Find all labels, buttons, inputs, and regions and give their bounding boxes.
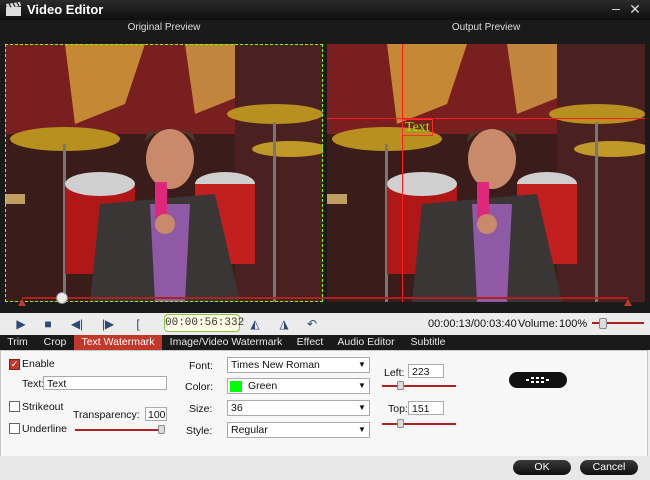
undo-icon[interactable]: ↶ <box>305 317 319 331</box>
transparency-slider-handle[interactable] <box>158 425 165 434</box>
style-select-value: Regular <box>231 424 268 436</box>
color-select[interactable]: Green ▼ <box>227 378 370 394</box>
style-label: Style: <box>186 425 213 437</box>
strikeout-checkbox[interactable] <box>9 401 20 412</box>
tab-effect[interactable]: Effect <box>291 335 329 350</box>
chevron-down-icon: ▼ <box>358 360 366 369</box>
color-swatch <box>230 381 242 392</box>
previous-frame-icon[interactable]: ◀| <box>70 317 84 331</box>
trim-start-marker[interactable] <box>18 299 26 306</box>
left-slider-track[interactable] <box>382 385 456 387</box>
original-preview-frame <box>5 44 323 302</box>
top-label: Top: <box>388 403 408 415</box>
enable-label: Enable <box>22 358 55 370</box>
color-label: Color: <box>185 381 214 393</box>
trim-end-marker[interactable] <box>624 299 632 306</box>
style-select[interactable]: Regular ▼ <box>227 422 370 438</box>
concert-video-frame <box>5 44 323 302</box>
text-input[interactable]: Text <box>43 376 167 390</box>
timeline-track[interactable] <box>22 297 628 299</box>
window-title: Video Editor <box>27 2 104 17</box>
tab-text-watermark[interactable]: Text Watermark <box>74 335 162 350</box>
volume-slider-handle[interactable] <box>599 318 608 329</box>
preview-area: Original Preview Output Preview Text <box>0 20 650 313</box>
font-select-value: Times New Roman <box>231 359 320 371</box>
chevron-down-icon: ▼ <box>358 403 366 412</box>
flip-horizontal-icon[interactable]: ◭ <box>248 317 262 331</box>
watermark-guide-horizontal <box>327 118 645 119</box>
font-label: Font: <box>189 360 213 372</box>
strikeout-label: Strikeout <box>22 401 64 413</box>
tab-subtitle[interactable]: Subtitle <box>403 335 453 350</box>
left-label: Left: <box>384 367 405 379</box>
size-label: Size: <box>189 403 213 415</box>
text-label: Text: <box>22 378 45 390</box>
size-select-value: 36 <box>231 402 243 414</box>
minimize-button[interactable]: – <box>608 1 624 18</box>
left-input[interactable]: 223 <box>408 364 444 378</box>
transparency-input[interactable]: 100 <box>145 407 167 421</box>
time-display: 00:00:56:332 <box>164 314 244 332</box>
output-preview-frame: Text <box>327 44 645 302</box>
output-preview-label: Output Preview <box>451 22 521 33</box>
mark-in-icon[interactable]: [ <box>131 317 145 331</box>
tab-image-video-watermark[interactable]: Image/Video Watermark <box>165 335 287 350</box>
tab-trim[interactable]: Trim <box>0 335 35 350</box>
color-select-value: Green <box>248 380 278 392</box>
transparency-slider-track[interactable] <box>75 429 163 431</box>
cancel-button[interactable]: Cancel <box>580 460 638 475</box>
transparency-label: Transparency: <box>73 409 140 421</box>
tab-crop[interactable]: Crop <box>38 335 72 350</box>
tab-audio-editor[interactable]: Audio Editor <box>333 335 399 350</box>
size-select[interactable]: 36 ▼ <box>227 400 370 416</box>
top-slider-handle[interactable] <box>397 419 404 428</box>
chevron-down-icon: ▼ <box>358 381 366 390</box>
watermark-preview-text[interactable]: Text <box>402 119 433 136</box>
timeline-handle[interactable] <box>55 292 68 304</box>
stop-icon[interactable]: ■ <box>41 317 55 331</box>
underline-checkbox[interactable] <box>9 423 20 434</box>
left-slider-handle[interactable] <box>397 381 404 390</box>
volume-label: Volume: <box>518 318 558 330</box>
font-select[interactable]: Times New Roman ▼ <box>227 357 370 373</box>
position-readout: 00:00:13/00:03:40 <box>428 318 517 330</box>
play-icon[interactable]: ▶ <box>14 317 28 331</box>
grid-position-icon <box>526 377 549 383</box>
next-frame-icon[interactable]: |▶ <box>101 317 115 331</box>
enable-checkbox[interactable]: ✓ <box>9 359 20 370</box>
top-slider-track[interactable] <box>382 423 456 425</box>
watermark-guide-vertical <box>402 44 403 302</box>
underline-label: Underline <box>22 423 67 435</box>
volume-value: 100% <box>559 318 588 330</box>
top-input[interactable]: 151 <box>408 401 444 415</box>
clapperboard-icon <box>6 2 21 16</box>
concert-video-frame-output <box>327 44 645 302</box>
ok-button[interactable]: OK <box>513 460 571 475</box>
flip-vertical-icon[interactable]: ◮ <box>277 317 291 331</box>
position-preset-button[interactable] <box>509 372 567 388</box>
original-preview-label: Original Preview <box>127 22 201 33</box>
close-button[interactable]: ✕ <box>627 1 643 18</box>
chevron-down-icon: ▼ <box>358 425 366 434</box>
